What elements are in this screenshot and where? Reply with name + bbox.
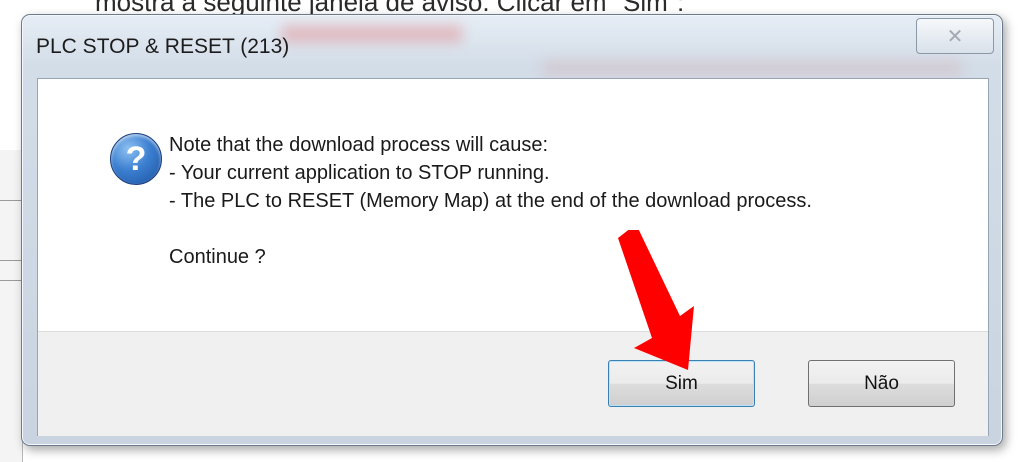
message-line: - The PLC to RESET (Memory Map) at the e…: [169, 190, 812, 212]
dialog-title: PLC STOP & RESET (213): [36, 35, 290, 58]
close-icon: ✕: [946, 25, 964, 48]
red-arrow-annotation: [618, 230, 694, 370]
message-line: Note that the download process will caus…: [169, 134, 549, 156]
message-area: ? Note that the download process will ca…: [38, 79, 988, 331]
blurred-background-text: [542, 61, 962, 75]
plc-stop-reset-dialog: PLC STOP & RESET (213) ✕ ? Note that the…: [21, 14, 1003, 446]
continue-prompt: Continue ?: [169, 246, 266, 268]
background-window-edge: [0, 150, 23, 462]
no-button[interactable]: Não: [808, 360, 955, 407]
message-line: - Your current application to STOP runni…: [169, 162, 550, 184]
close-button[interactable]: ✕: [916, 18, 994, 54]
button-bar: Sim Não: [38, 331, 988, 436]
blurred-background-text: [282, 25, 462, 43]
question-icon: ?: [110, 133, 162, 185]
dialog-client-area: ? Note that the download process will ca…: [37, 78, 989, 436]
message-text: Note that the download process will caus…: [169, 131, 812, 271]
